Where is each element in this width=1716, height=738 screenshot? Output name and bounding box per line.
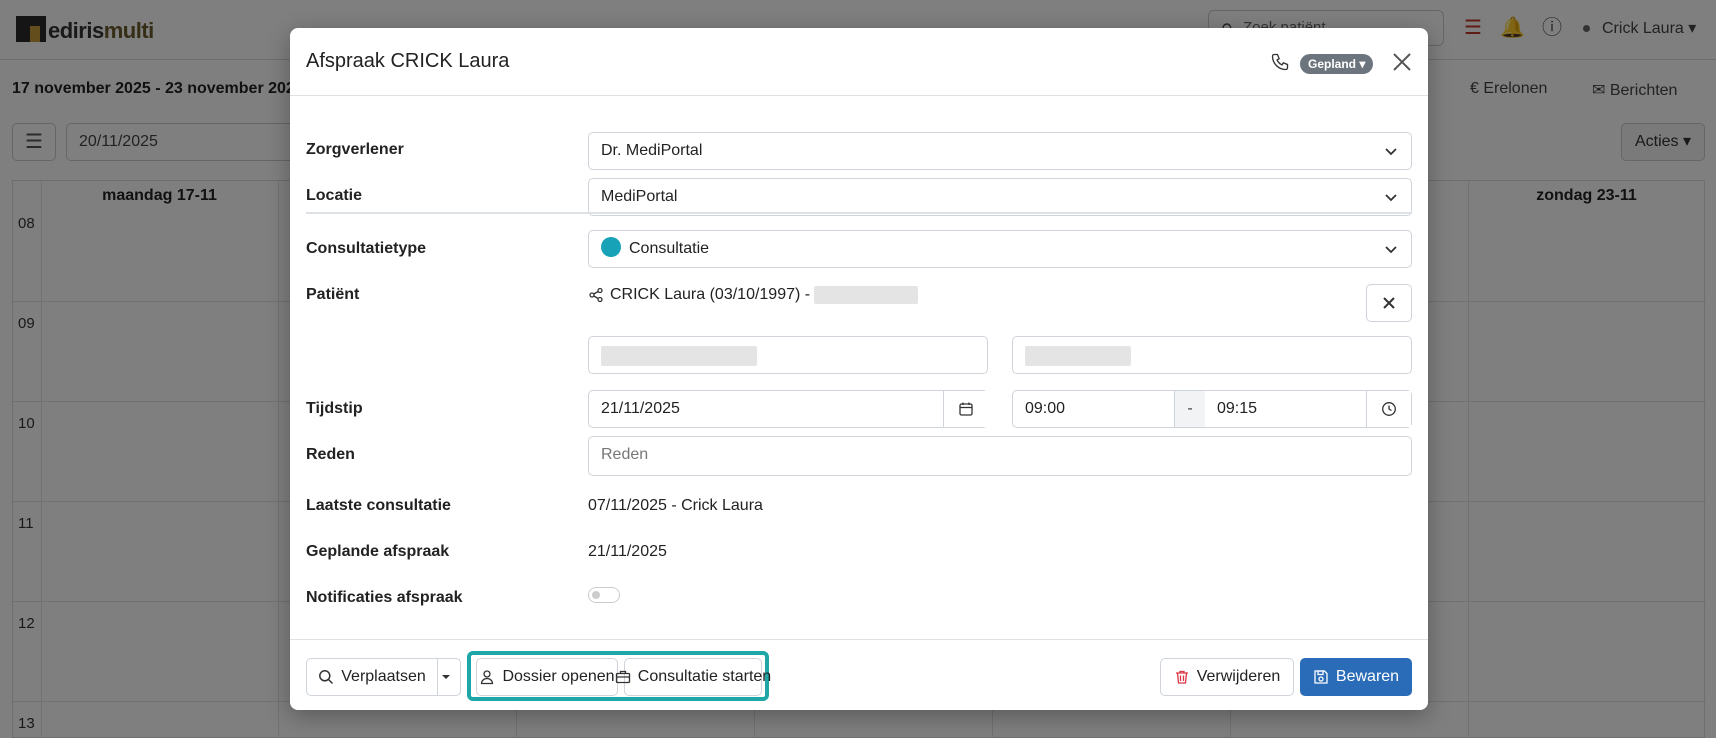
search-icon [319, 670, 334, 685]
open-file-label: Dossier openen [502, 668, 615, 685]
redacted-contact [601, 346, 757, 366]
time-end-input[interactable]: 09:15 [1217, 400, 1257, 418]
date-value: 21/11/2025 [601, 400, 680, 417]
share-icon[interactable] [588, 287, 604, 303]
clock-icon [1382, 402, 1396, 416]
appointment-modal: Afspraak CRICK Laura Gepland ▾ Zorgverle… [290, 28, 1428, 710]
redacted-contact [1025, 346, 1131, 366]
patient-value: CRICK Laura (03/10/1997) - [610, 286, 811, 303]
provider-select[interactable]: Dr. MediPortal [588, 132, 1412, 170]
caret-down-icon [441, 675, 450, 679]
chevron-down-icon [1385, 194, 1397, 202]
status-badge[interactable]: Gepland ▾ [1300, 54, 1374, 74]
planned-value: 21/11/2025 [588, 543, 667, 560]
clear-patient-button[interactable] [1366, 284, 1412, 322]
consult-type-value: Consultatie [629, 240, 710, 257]
last-consult-label: Laatste consultatie [306, 497, 451, 514]
modal-title: Afspraak CRICK Laura [306, 50, 510, 72]
patient-label: Patiënt [306, 286, 360, 303]
redacted-patient-id [814, 286, 919, 304]
time-start-input[interactable]: 09:00 [1025, 400, 1065, 418]
location-select[interactable]: MediPortal [588, 178, 1412, 216]
trash-icon [1175, 670, 1188, 684]
modal-footer: Verplaatsen Dossier openen Consultatie s… [290, 639, 1428, 710]
time-range-input: 09:00 - 09:15 [1012, 390, 1412, 428]
patient-info: CRICK Laura (03/10/1997) - [588, 286, 919, 304]
briefcase-icon [615, 670, 630, 684]
consult-color-dot [601, 237, 621, 258]
open-file-button[interactable]: Dossier openen [476, 658, 618, 696]
status-badge-label: Gepland [1308, 57, 1357, 71]
time-separator: - [1174, 391, 1205, 427]
phone-icon[interactable] [1270, 52, 1290, 72]
provider-value: Dr. MediPortal [601, 142, 703, 159]
consult-type-label: Consultatietype [306, 240, 427, 257]
calendar-icon [959, 402, 973, 416]
chevron-down-icon [1385, 148, 1397, 156]
patient-contact-field-2[interactable] [1012, 336, 1412, 374]
save-label: Bewaren [1335, 668, 1400, 685]
consult-type-select[interactable]: Consultatie [588, 230, 1412, 268]
reason-label: Reden [306, 446, 355, 463]
reason-input[interactable]: Reden [588, 436, 1412, 476]
notifications-toggle[interactable] [588, 587, 620, 603]
close-icon [1383, 297, 1395, 309]
start-consult-button[interactable]: Consultatie starten [615, 658, 771, 696]
save-button[interactable]: Bewaren [1300, 658, 1412, 696]
last-consult-value: 07/11/2025 - Crick Laura [588, 497, 763, 514]
move-label: Verplaatsen [341, 668, 426, 685]
planned-label: Geplande afspraak [306, 543, 450, 560]
time-label: Tijdstip [306, 400, 363, 417]
location-label: Locatie [306, 187, 363, 204]
time-picker-button[interactable] [1366, 391, 1411, 427]
move-dropdown-toggle[interactable] [437, 658, 461, 696]
modal-header: Afspraak CRICK Laura Gepland ▾ [290, 28, 1428, 96]
patient-contact-field[interactable] [588, 336, 988, 374]
chevron-down-icon [1385, 246, 1397, 254]
delete-button[interactable]: Verwijderen [1160, 658, 1294, 696]
user-icon [481, 670, 494, 685]
section-divider [306, 212, 1412, 214]
start-consult-label: Consultatie starten [637, 668, 772, 685]
close-icon[interactable] [1390, 50, 1414, 74]
location-value: MediPortal [601, 188, 678, 205]
date-picker-button[interactable] [943, 391, 988, 427]
move-button[interactable]: Verplaatsen [306, 658, 438, 696]
save-icon [1314, 670, 1328, 684]
reason-placeholder: Reden [601, 446, 649, 463]
provider-label: Zorgverlener [306, 141, 404, 158]
delete-label: Verwijderen [1196, 668, 1281, 685]
notifications-label: Notificaties afspraak [306, 589, 463, 606]
date-input[interactable]: 21/11/2025 [588, 390, 988, 428]
